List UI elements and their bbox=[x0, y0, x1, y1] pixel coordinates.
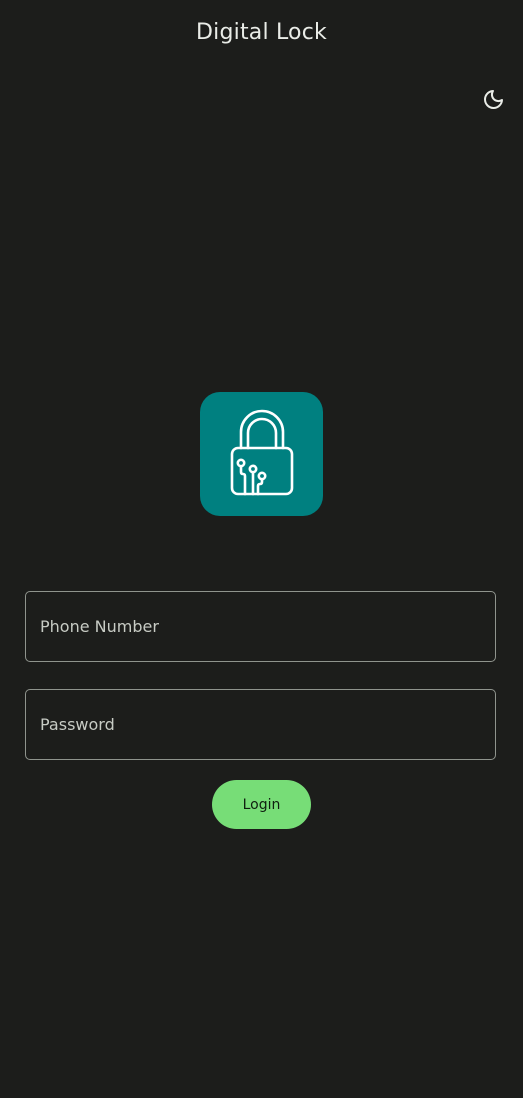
moon-icon bbox=[484, 90, 503, 109]
app-title: Digital Lock bbox=[196, 20, 327, 45]
phone-number-input[interactable] bbox=[26, 592, 495, 661]
password-input[interactable] bbox=[26, 690, 495, 759]
phone-number-field[interactable] bbox=[25, 591, 496, 662]
app-bar: Digital Lock bbox=[0, 0, 523, 72]
app-logo bbox=[200, 392, 323, 516]
login-button[interactable]: Login bbox=[212, 780, 311, 829]
padlock-circuit-icon bbox=[230, 409, 293, 496]
theme-toggle-button[interactable] bbox=[478, 85, 508, 115]
password-field[interactable] bbox=[25, 689, 496, 760]
